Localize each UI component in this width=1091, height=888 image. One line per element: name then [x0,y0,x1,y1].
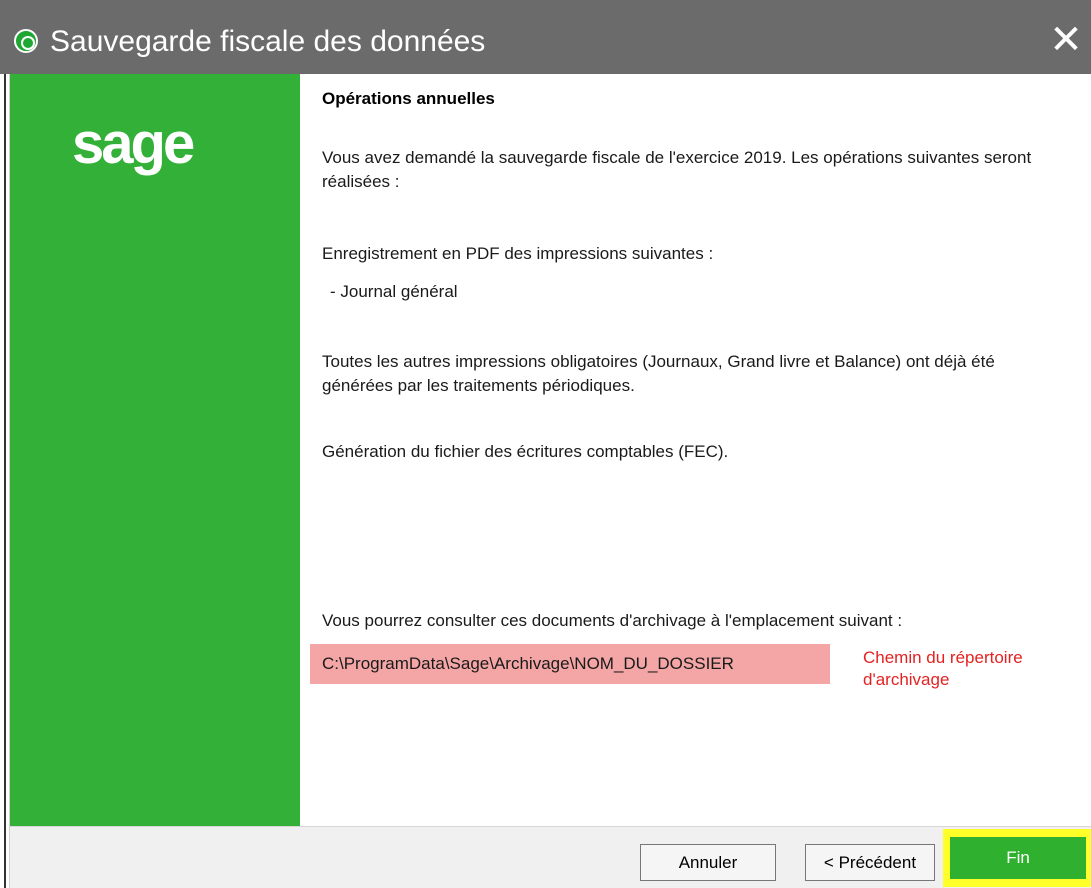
button-bar: Annuler < Précédent Fin [10,826,1091,888]
pdf-item-journal: - Journal général [330,282,458,301]
window-left-edge [0,74,10,888]
section-heading: Opérations annuelles [322,89,495,108]
pdf-intro-text: Enregistrement en PDF des impressions su… [322,244,714,263]
intro-text: Vous avez demandé la sauvegarde fiscale … [322,148,1032,191]
archive-path-annotation: Chemin du répertoire d'archivage [863,648,1023,689]
fec-text: Génération du fichier des écritures comp… [322,442,729,461]
finish-button[interactable]: Fin [950,837,1086,879]
archive-path: C:\ProgramData\Sage\Archivage\NOM_DU_DOS… [310,644,830,684]
window-title: Sauvegarde fiscale des données [50,25,486,58]
close-button[interactable]: ✕ [1041,18,1091,62]
content-panel: Opérations annuelles Vous avez demandé l… [300,74,1091,826]
backup-dialog: Sauvegarde fiscale des données ✕ sage Op… [0,0,1091,888]
title-bar: Sauvegarde fiscale des données ✕ [0,0,1091,74]
sage-logo: sage [72,111,195,176]
previous-button[interactable]: < Précédent [805,844,935,881]
sage-app-icon [14,29,38,53]
sage-sidebar: sage [10,74,300,826]
cancel-button[interactable]: Annuler [640,844,776,881]
archive-intro-text: Vous pourrez consulter ces documents d'a… [322,611,903,630]
other-prints-text: Toutes les autres impressions obligatoir… [322,352,995,395]
